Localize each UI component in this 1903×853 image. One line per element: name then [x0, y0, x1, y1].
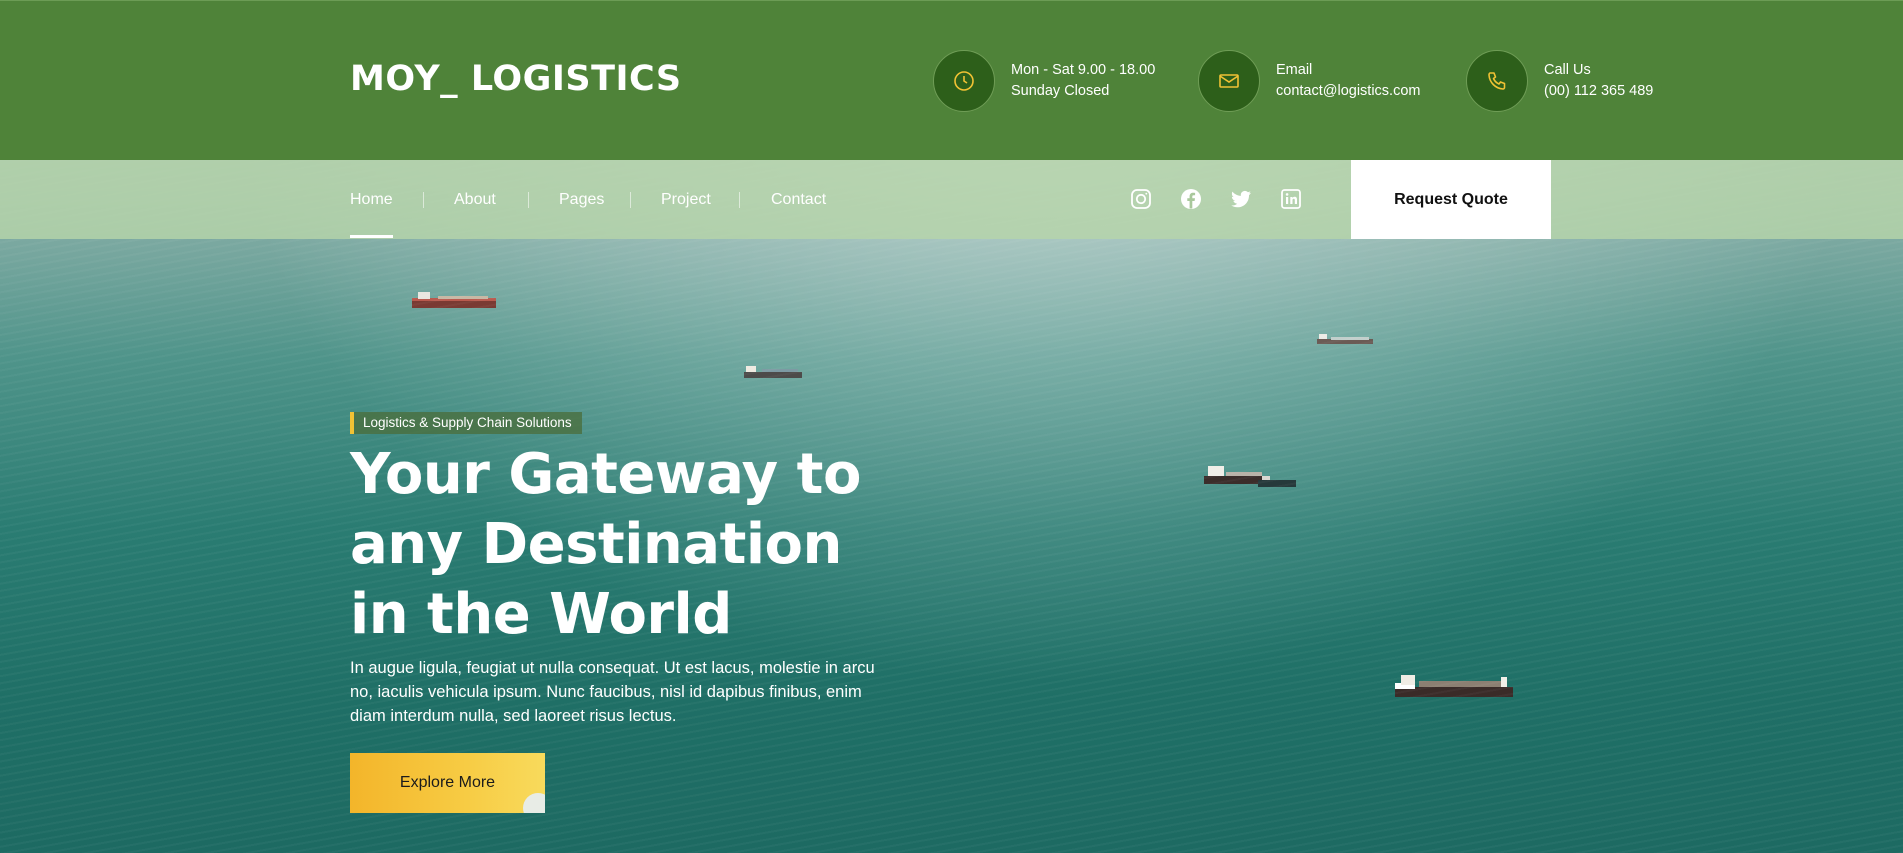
- nav-divider: [739, 192, 740, 208]
- instagram-icon[interactable]: [1129, 187, 1153, 211]
- phone-label: Call Us: [1544, 62, 1591, 78]
- nav-divider: [630, 192, 631, 208]
- top-header: MOY_ LOGISTICS Mon - Sat 9.00 - 18.00 Su…: [0, 0, 1903, 160]
- phone-info: Call Us (00) 112 365 489: [1466, 50, 1653, 112]
- email-label: Email: [1276, 62, 1313, 78]
- ship-image: [1204, 466, 1296, 487]
- hours-weekday: Mon - Sat 9.00 - 18.00: [1011, 62, 1156, 78]
- ship-image: [1317, 334, 1373, 344]
- clock-icon: [933, 50, 995, 112]
- ship-image: [1395, 675, 1513, 697]
- email-address[interactable]: contact@logistics.com: [1276, 81, 1420, 102]
- phone-number[interactable]: (00) 112 365 489: [1544, 81, 1653, 102]
- hours-sunday: Sunday Closed: [1011, 83, 1110, 99]
- hero-tagline: Logistics & Supply Chain Solutions: [350, 412, 582, 434]
- email-info: Email contact@logistics.com: [1198, 50, 1420, 112]
- twitter-icon[interactable]: [1229, 187, 1253, 211]
- ship-image: [744, 366, 802, 378]
- mail-icon: [1198, 50, 1260, 112]
- hero-description: In augue ligula, feugiat ut nulla conseq…: [350, 659, 875, 725]
- ship-image: [412, 292, 496, 308]
- hero-title-line: in the World: [350, 582, 732, 647]
- nav-divider: [423, 192, 424, 208]
- nav-home[interactable]: Home: [350, 190, 393, 210]
- main-nav: Home About Pages Project Contact Request…: [0, 160, 1903, 239]
- nav-pages[interactable]: Pages: [559, 190, 604, 210]
- hours-info: Mon - Sat 9.00 - 18.00 Sunday Closed: [933, 50, 1155, 112]
- hero-title-line: any Destination: [350, 512, 842, 577]
- hero-title-line: Your Gateway to: [350, 442, 861, 507]
- nav-project[interactable]: Project: [661, 190, 711, 210]
- facebook-icon[interactable]: [1179, 187, 1203, 211]
- site-logo[interactable]: MOY_ LOGISTICS: [350, 57, 682, 101]
- explore-more-label: Explore More: [399, 774, 496, 791]
- nav-about[interactable]: About: [454, 190, 496, 210]
- explore-more-button[interactable]: Explore More: [350, 753, 545, 813]
- phone-icon: [1466, 50, 1528, 112]
- nav-divider: [528, 192, 529, 208]
- request-quote-button[interactable]: Request Quote: [1351, 160, 1551, 239]
- nav-contact[interactable]: Contact: [771, 190, 826, 210]
- linkedin-icon[interactable]: [1279, 187, 1303, 211]
- button-corner-decoration: [523, 793, 545, 813]
- hero-title: Your Gateway to any Destination in the W…: [350, 440, 910, 650]
- nav-active-indicator: [350, 235, 393, 238]
